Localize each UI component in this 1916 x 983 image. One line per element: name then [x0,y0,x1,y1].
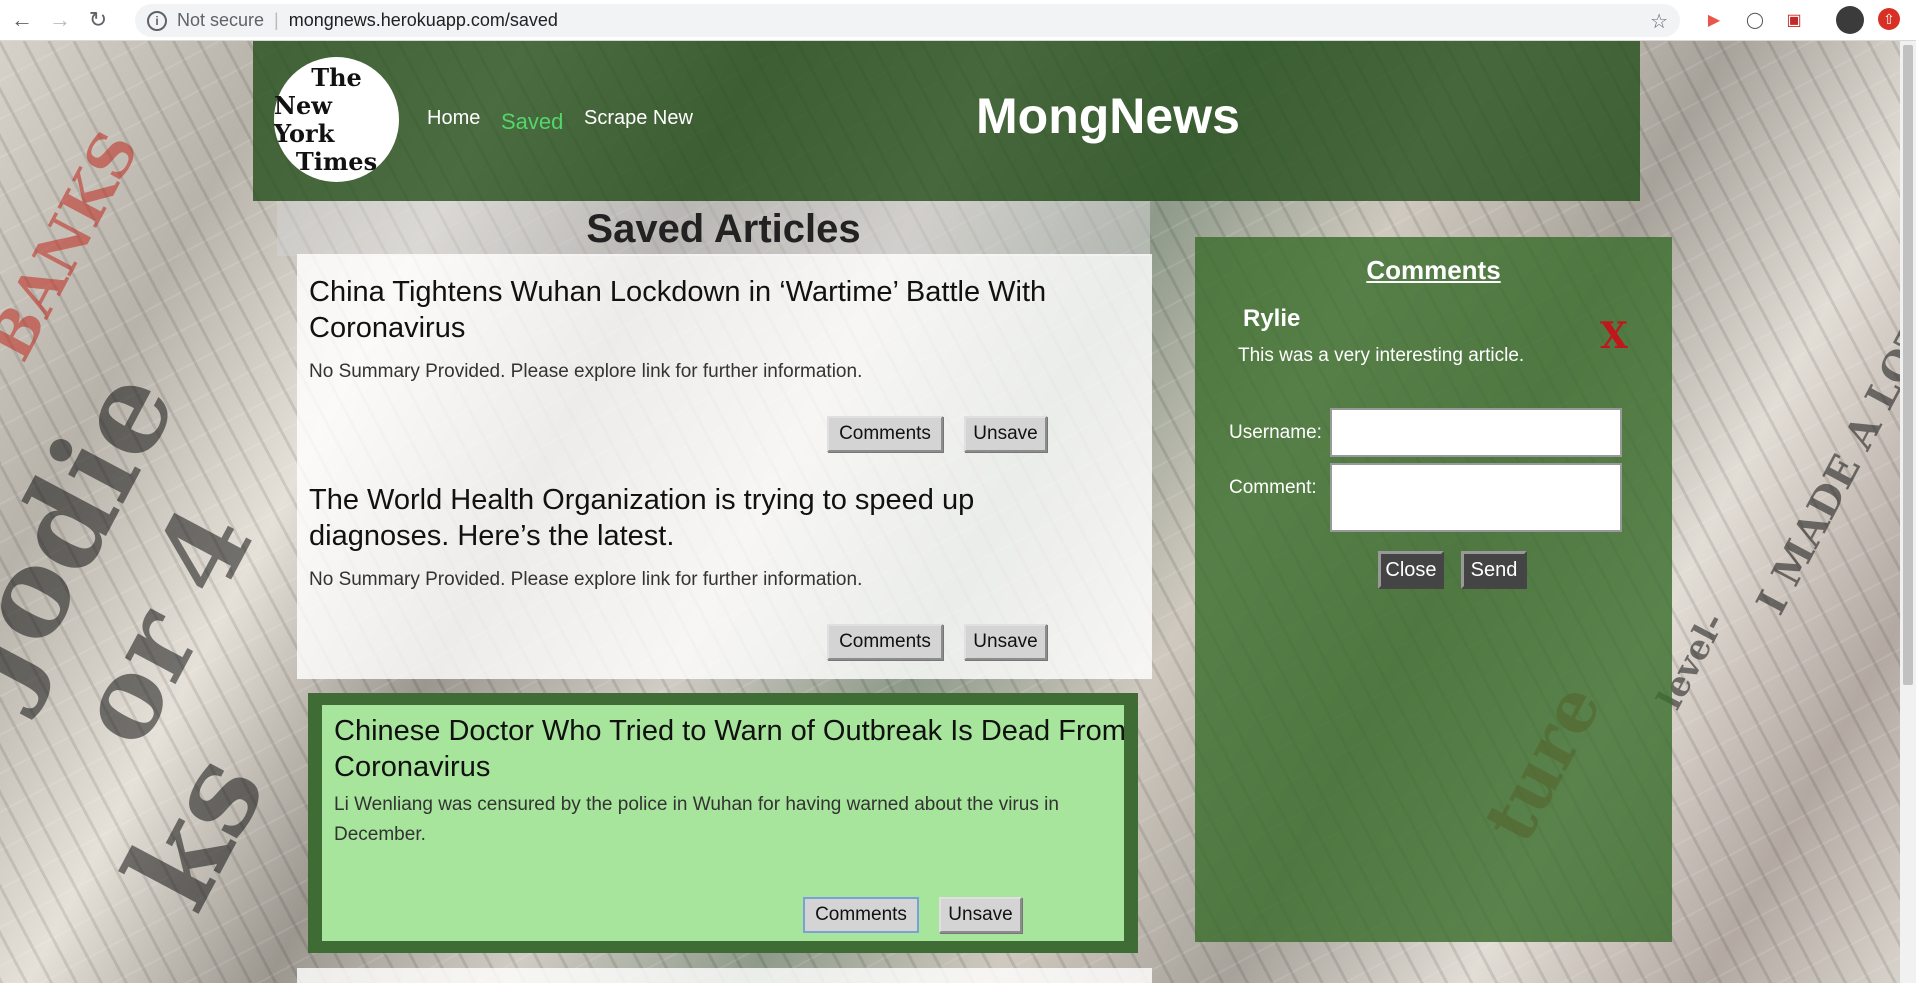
article-summary: No Summary Provided. Please explore link… [309,361,863,382]
saved-articles-list: China Tightens Wuhan Lockdown in ‘Wartim… [297,254,1152,679]
next-article-card [297,968,1152,983]
close-button[interactable]: Close [1378,551,1444,589]
comments-panel: Comments Rylie This was a very interesti… [1195,237,1672,942]
comment-text: This was a very interesting article. [1238,345,1525,366]
security-label: Not secure [177,10,265,30]
send-button[interactable]: Send [1461,551,1527,589]
nav-scrape-new[interactable]: Scrape New [584,107,693,130]
forward-arrow-icon[interactable]: → [44,4,76,36]
delete-comment-icon[interactable]: X [1600,315,1628,357]
site-header: The New York Times Home Saved Scrape New… [253,41,1640,201]
bg-decoration: ks [97,731,293,932]
article-summary: Li Wenliang was censured by the police i… [334,794,1059,845]
address-bar[interactable]: i Not secure | mongnews.herokuapp.com/sa… [135,4,1680,37]
logo-line: Times [295,146,378,176]
browser-toolbar: ← → ↻ i Not secure | mongnews.herokuapp.… [0,0,1916,41]
unsave-button[interactable]: Unsave [964,416,1047,452]
logo-line: New York [274,90,335,148]
comments-button[interactable]: Comments [827,624,943,660]
bookmark-star-icon[interactable]: ☆ [1650,9,1668,34]
extension-circle-icon[interactable]: ◯ [1743,8,1767,32]
bg-decoration: I MADE A LOT OF THEM [1747,107,1900,622]
article-title[interactable]: Chinese Doctor Who Tried to Warn of Outb… [334,713,1134,785]
selected-article-card: Chinese Doctor Who Tried to Warn of Outb… [308,693,1138,953]
unsave-button[interactable]: Unsave [964,624,1047,660]
comments-button[interactable]: Comments [803,897,919,933]
comments-title: Comments [1366,255,1501,285]
url-text[interactable]: mongnews.herokuapp.com/saved [289,10,558,31]
scrollbar-thumb[interactable] [1903,45,1913,685]
article-title[interactable]: China Tightens Wuhan Lockdown in ‘Wartim… [309,274,1109,346]
nyt-logo[interactable]: The New York Times [274,57,399,182]
bg-decoration: BANKS [0,120,153,372]
logo-line: The [311,62,362,92]
comment-label: Comment: [1229,477,1317,498]
username-label: Username: [1229,422,1322,443]
comments-button[interactable]: Comments [827,416,943,452]
extension-play-icon[interactable]: ▶ [1702,8,1726,32]
article-summary: No Summary Provided. Please explore link… [309,569,863,590]
extension-red-icon[interactable]: ▣ [1782,8,1806,32]
back-arrow-icon[interactable]: ← [6,4,38,36]
selected-article-body: Chinese Doctor Who Tried to Warn of Outb… [322,705,1126,941]
site-brand: MongNews [976,88,1240,144]
page-title: Saved Articles [586,207,861,251]
update-alert-icon[interactable]: ⇧ [1878,8,1900,30]
info-icon[interactable]: i [147,10,167,31]
username-input[interactable] [1330,408,1622,457]
omnibox-divider: | [274,10,279,30]
nav-home[interactable]: Home [427,107,480,130]
comment-textarea[interactable] [1330,463,1622,532]
page-scrollbar[interactable] [1900,41,1916,983]
article-title[interactable]: The World Health Organization is trying … [309,482,1109,554]
profile-avatar[interactable] [1836,6,1864,34]
unsave-button[interactable]: Unsave [939,897,1022,933]
nav-saved[interactable]: Saved [501,109,563,135]
reload-icon[interactable]: ↻ [82,4,114,36]
comment-author: Rylie [1243,305,1301,332]
